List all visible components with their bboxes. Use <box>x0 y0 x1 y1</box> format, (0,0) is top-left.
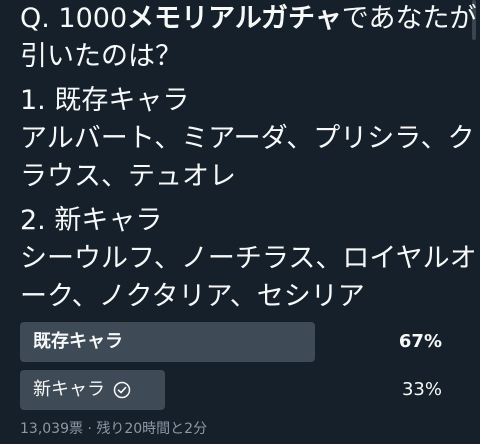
poll-meta: 13,039票 · 残り20時間と2分 <box>20 418 207 438</box>
check-circle-icon <box>113 381 131 399</box>
meta-separator: · <box>87 421 92 437</box>
tweet-line: ラウス、テュオレ <box>20 161 236 192</box>
tweet-line: アルバート、ミアーダ、プリシラ、ク <box>20 123 475 154</box>
tweet-line: 2. 新キャラ <box>20 205 163 236</box>
poll-option-percent: 33% <box>401 379 442 400</box>
poll-option-label: 新キャラ <box>33 370 131 410</box>
question-suffix: であなたが <box>341 3 477 34</box>
poll-option-existing: 既存キャラ 67% <box>20 322 460 362</box>
tweet-line: 1. 既存キャラ <box>20 85 190 116</box>
tweet-line: ーク、ノクタリア、セシリア <box>20 281 365 312</box>
tweet-line: シーウルフ、ノーチラス、ロイヤルオ <box>20 243 477 274</box>
poll-option-text: 新キャラ <box>33 379 105 400</box>
tweet-text: Q. 1000メモリアルガチャであなたが 引いたのは？ 1. 既存キャラ アルバ… <box>20 0 477 316</box>
question-bold-term: メモリアルガチャ <box>127 3 342 34</box>
poll-option-text: 既存キャラ <box>33 331 123 352</box>
poll-option-label: 既存キャラ <box>33 322 123 362</box>
tweet-line: 引いたのは？ <box>20 41 182 72</box>
poll-option-percent: 67% <box>398 331 442 352</box>
vote-count: 13,039票 <box>20 421 83 437</box>
time-remaining: 残り20時間と2分 <box>96 421 208 437</box>
question-prefix: Q. 1000 <box>20 3 128 34</box>
poll: 既存キャラ 67% 新キャラ 33% <box>20 322 460 418</box>
tweet-line: Q. 1000メモリアルガチャであなたが <box>20 0 477 38</box>
poll-option-new: 新キャラ 33% <box>20 370 460 410</box>
